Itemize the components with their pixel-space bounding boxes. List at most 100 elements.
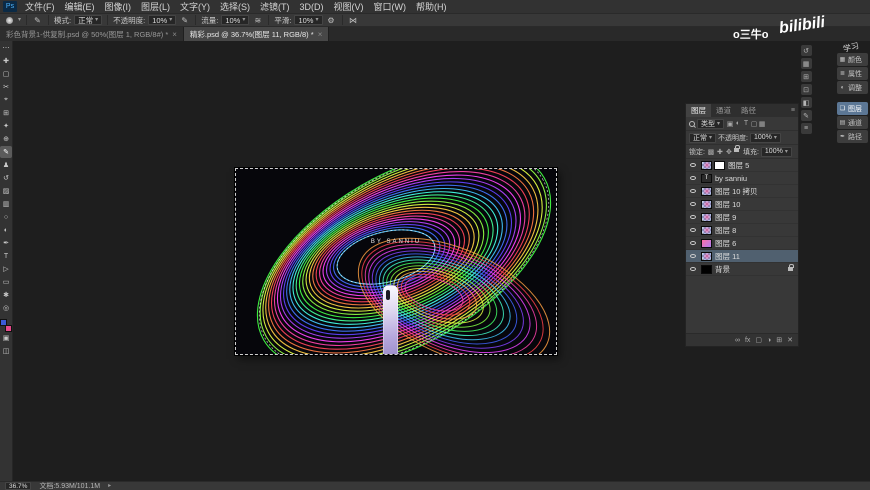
zoom-level-field[interactable]: 36.7% (5, 482, 32, 490)
layer-row-3[interactable]: 图层 10 拷贝 (686, 185, 798, 198)
history-brush-tool[interactable]: ↺ (0, 172, 12, 184)
opacity-select[interactable]: 10% ▾ (148, 15, 177, 25)
hand-tool[interactable]: ✱ (0, 289, 12, 301)
quick-mask-icon[interactable]: ▣ (0, 332, 12, 344)
menu-item-2[interactable]: 编辑(E) (60, 0, 100, 13)
visibility-eye-icon[interactable] (688, 241, 698, 245)
screen-mode-icon[interactable]: ◫ (0, 345, 12, 357)
visibility-eye-icon[interactable] (688, 189, 698, 193)
layer-mask-thumbnail[interactable] (714, 160, 725, 170)
layer-row-6[interactable]: 图层 8 (686, 224, 798, 237)
flow-select[interactable]: 10% ▾ (221, 15, 250, 25)
layer-thumbnail[interactable] (701, 251, 712, 261)
layer-row-2[interactable]: Tby sanniu (686, 172, 798, 185)
zoom-tool[interactable]: ◎ (0, 302, 12, 314)
dock-properties-panel[interactable]: ≣ 属性 (837, 67, 868, 80)
menu-item-9[interactable]: 视图(V) (329, 0, 369, 13)
edit-toolbar-icon[interactable]: ⋯ (0, 42, 12, 54)
visibility-eye-icon[interactable] (688, 176, 698, 180)
path-select-tool[interactable]: ▷ (0, 263, 12, 275)
visibility-eye-icon[interactable] (688, 267, 698, 271)
symmetry-icon[interactable]: ⋈ (348, 15, 359, 26)
lock-all-icon[interactable] (733, 144, 740, 152)
dock-color-panel[interactable]: ▦ 颜色 (837, 53, 868, 66)
tool-preset-icon[interactable] (4, 15, 15, 26)
tab-document-2[interactable]: 精彩.psd @ 36.7%(图层 11, RGB/8) * × (183, 27, 330, 41)
status-chevron-icon[interactable]: ▸ (108, 483, 111, 489)
dock-paths-panel[interactable]: ✒ 路径 (837, 130, 868, 143)
menu-item-11[interactable]: 帮助(H) (411, 0, 452, 13)
type-tool[interactable]: T (0, 250, 12, 262)
layer-row-8[interactable]: 图层 11 (686, 250, 798, 263)
brush-tool[interactable]: ✎ (0, 146, 12, 158)
move-tool[interactable]: ✚ (0, 55, 12, 67)
clone-stamp-tool[interactable]: ♟ (0, 159, 12, 171)
delete-layer-icon[interactable]: ✕ (787, 336, 793, 344)
layers-panel-tab-1[interactable]: 图层 (686, 104, 711, 117)
layer-thumbnail[interactable] (701, 238, 712, 248)
visibility-eye-icon[interactable] (688, 202, 698, 206)
background-color-swatch[interactable] (5, 325, 12, 332)
dodge-tool[interactable]: ◐ (0, 224, 12, 236)
layer-thumbnail[interactable] (701, 212, 712, 222)
foreground-color-swatch[interactable] (0, 319, 7, 326)
menu-item-3[interactable]: 图像(I) (100, 0, 137, 13)
layer-thumbnail[interactable] (701, 199, 712, 209)
text-layer-thumbnail[interactable]: T (701, 173, 712, 183)
layer-row-9[interactable]: 背景 (686, 263, 798, 276)
dock-channels-panel[interactable]: ▤ 通道 (837, 116, 868, 129)
filter-type-icon[interactable]: T (742, 120, 750, 128)
menu-item-7[interactable]: 滤镜(T) (255, 0, 295, 13)
libraries-panel-icon[interactable]: ⊞ (800, 71, 812, 82)
info-panel-icon[interactable]: ⊡ (800, 84, 812, 95)
layers-panel-tab-3[interactable]: 路径 (736, 104, 761, 117)
blur-tool[interactable]: ○ (0, 211, 12, 223)
visibility-eye-icon[interactable] (688, 215, 698, 219)
close-icon[interactable]: × (318, 30, 323, 39)
menu-item-5[interactable]: 文字(Y) (175, 0, 215, 13)
quick-select-tool[interactable]: ⌖ (0, 94, 12, 106)
shape-tool[interactable]: ▭ (0, 276, 12, 288)
airbrush-icon[interactable]: ≋ (252, 15, 263, 26)
smoothing-select[interactable]: 10% ▾ (294, 15, 323, 25)
visibility-eye-icon[interactable] (688, 163, 698, 167)
pen-tool[interactable]: ✒ (0, 237, 12, 249)
navigator-panel-icon[interactable]: ◧ (800, 97, 812, 108)
menu-item-6[interactable]: 选择(S) (215, 0, 255, 13)
canvas-document[interactable]: BY SANNIU (235, 168, 557, 355)
visibility-eye-icon[interactable] (688, 254, 698, 258)
layer-row-1[interactable]: 图层 5 (686, 159, 798, 172)
menu-item-4[interactable]: 图层(L) (136, 0, 175, 13)
lasso-tool[interactable]: ✂ (0, 81, 12, 93)
layer-thumbnail[interactable] (701, 225, 712, 235)
mode-select[interactable]: 正常 ▾ (74, 15, 103, 25)
layers-panel-tab-2[interactable]: 通道 (711, 104, 736, 117)
crop-tool[interactable]: ⊞ (0, 107, 12, 119)
filter-smart-object-icon[interactable]: ▦ (758, 120, 766, 128)
gear-icon[interactable]: ⚙ (326, 15, 337, 26)
search-icon[interactable] (689, 120, 695, 127)
blend-mode-select[interactable]: 正常 ▾ (689, 132, 717, 143)
character-panel-icon[interactable]: ≡ (800, 123, 812, 134)
panel-menu-icon[interactable]: ≡ (788, 104, 798, 117)
layer-row-5[interactable]: 图层 9 (686, 211, 798, 224)
filter-shape-icon[interactable]: ▢ (750, 120, 758, 128)
lock-pixels-icon[interactable]: ✚ (716, 148, 724, 156)
menu-item-8[interactable]: 3D(D) (295, 0, 329, 13)
layer-style-icon[interactable]: fx (745, 337, 750, 344)
color-swatches[interactable] (0, 319, 12, 332)
healing-brush-tool[interactable]: ⊕ (0, 133, 12, 145)
filter-adjustment-icon[interactable]: ◐ (734, 120, 742, 128)
layer-opacity-select[interactable]: 100% ▾ (749, 132, 781, 143)
adjustment-layer-icon[interactable]: ◑ (767, 337, 771, 344)
menu-item-1[interactable]: 文件(F) (20, 0, 60, 13)
dock-adjustments-panel[interactable]: ◐ 调整 (837, 81, 868, 94)
lock-transparency-icon[interactable]: ▩ (707, 148, 715, 156)
new-layer-icon[interactable]: ⊞ (776, 336, 782, 344)
pressure-opacity-icon[interactable]: ✎ (179, 15, 190, 26)
layer-thumbnail[interactable] (701, 186, 712, 196)
link-layers-icon[interactable]: ∞ (735, 337, 740, 344)
photoshop-logo-icon[interactable]: Ps (3, 1, 17, 12)
swatches-panel-icon[interactable]: ▦ (800, 58, 812, 69)
close-icon[interactable]: × (172, 30, 177, 39)
